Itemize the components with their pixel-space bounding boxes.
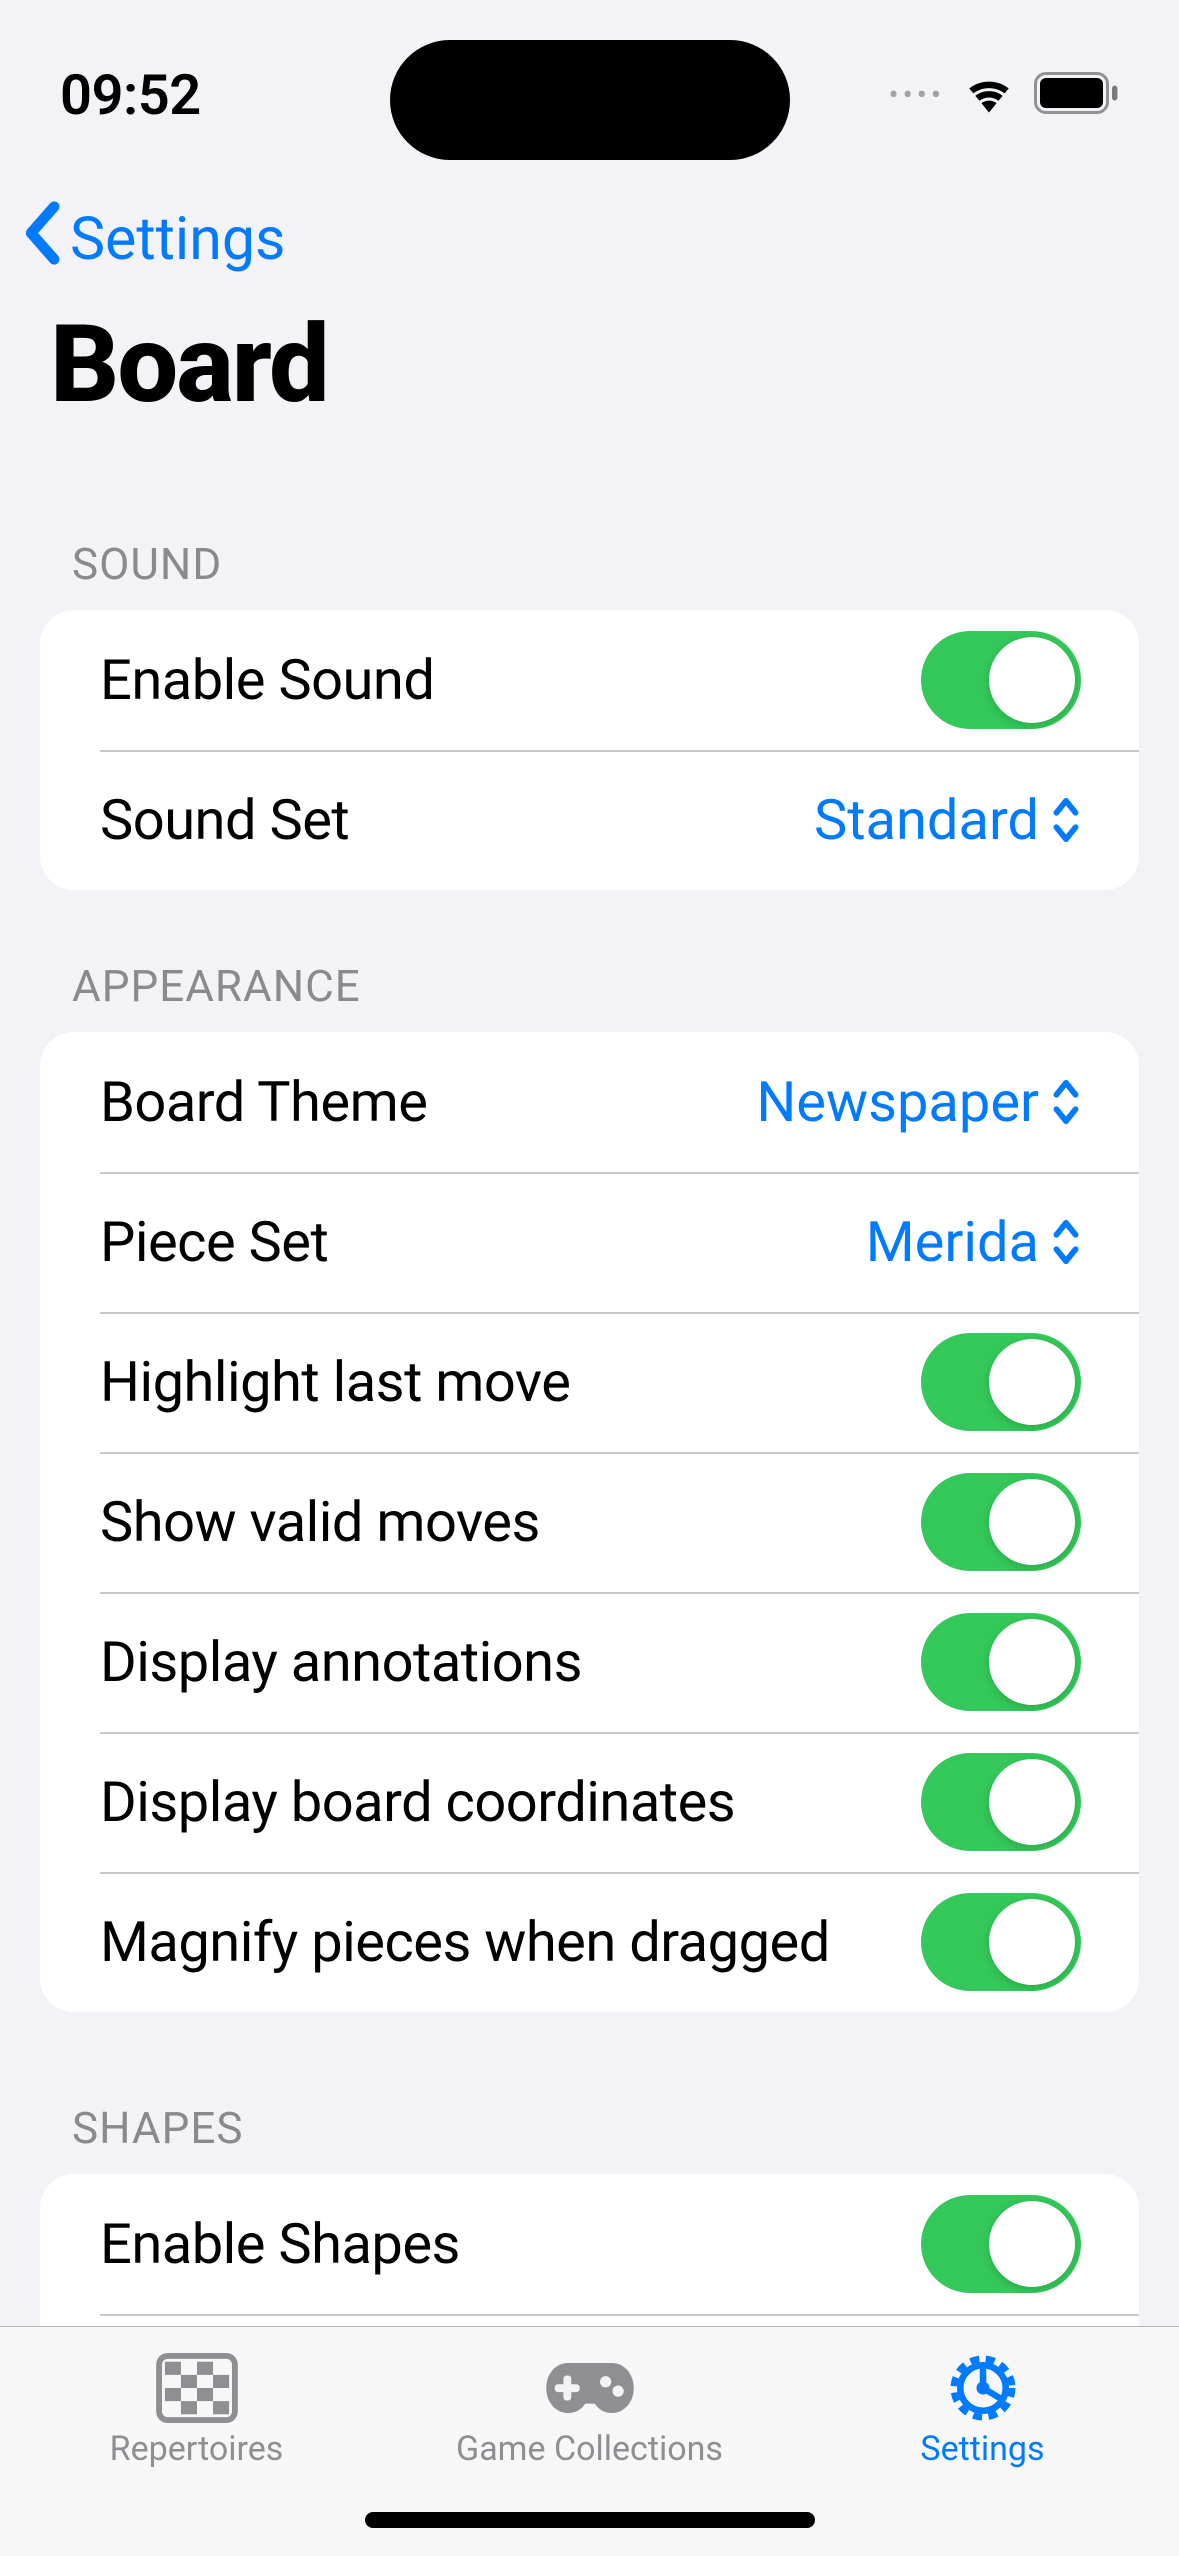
dynamic-island <box>390 40 790 160</box>
display-coordinates-toggle[interactable] <box>921 1753 1081 1851</box>
row-board-theme[interactable]: Board Theme Newspaper <box>40 1032 1139 1172</box>
row-piece-set[interactable]: Piece Set Merida <box>40 1172 1139 1312</box>
group-appearance: Board Theme Newspaper Piece Set Merida H… <box>40 1032 1139 2012</box>
display-annotations-label: Display annotations <box>100 1629 582 1695</box>
gear-icon <box>944 2353 1022 2423</box>
section-header-sound: SOUND <box>0 468 1179 610</box>
updown-icon <box>1051 1218 1081 1266</box>
row-sound-set[interactable]: Sound Set Standard <box>40 750 1139 890</box>
wifi-icon <box>963 73 1015 117</box>
group-shapes: Enable Shapes Shape Color Green <box>40 2174 1139 2326</box>
row-highlight-last-move: Highlight last move <box>40 1312 1139 1452</box>
gamepad-icon <box>540 2353 640 2423</box>
magnify-pieces-label: Magnify pieces when dragged <box>100 1909 830 1975</box>
section-header-appearance: APPEARANCE <box>0 890 1179 1032</box>
piece-set-label: Piece Set <box>100 1209 328 1275</box>
tab-repertoires-label: Repertoires <box>110 2429 284 2469</box>
show-valid-moves-toggle[interactable] <box>921 1473 1081 1571</box>
back-label: Settings <box>70 205 285 274</box>
tab-settings-label: Settings <box>920 2429 1044 2469</box>
board-theme-label: Board Theme <box>100 1069 427 1135</box>
battery-icon <box>1033 72 1119 118</box>
display-annotations-toggle[interactable] <box>921 1613 1081 1711</box>
group-sound: Enable Sound Sound Set Standard <box>40 610 1139 890</box>
highlight-last-move-label: Highlight last move <box>100 1349 570 1415</box>
status-time: 09:52 <box>60 62 201 128</box>
status-right: •••• <box>889 72 1120 118</box>
section-header-shapes: SHAPES <box>0 2012 1179 2174</box>
row-magnify-pieces: Magnify pieces when dragged <box>40 1872 1139 2012</box>
tab-repertoires[interactable]: Repertoires <box>2 2353 391 2469</box>
chevron-left-icon <box>20 200 62 278</box>
highlight-last-move-toggle[interactable] <box>921 1333 1081 1431</box>
tab-game-collections-label: Game Collections <box>456 2429 723 2469</box>
enable-sound-label: Enable Sound <box>100 647 434 713</box>
updown-icon <box>1051 1078 1081 1126</box>
tab-game-collections[interactable]: Game Collections <box>395 2353 784 2469</box>
row-enable-sound: Enable Sound <box>40 610 1139 750</box>
board-theme-value: Newspaper <box>756 1069 1081 1135</box>
enable-shapes-toggle[interactable] <box>921 2195 1081 2293</box>
sound-set-label: Sound Set <box>100 787 349 853</box>
piece-set-value: Merida <box>866 1209 1081 1275</box>
row-enable-shapes: Enable Shapes <box>40 2174 1139 2314</box>
row-display-annotations: Display annotations <box>40 1592 1139 1732</box>
display-coordinates-label: Display board coordinates <box>100 1769 735 1835</box>
status-bar: 09:52 •••• <box>0 0 1179 160</box>
enable-sound-toggle[interactable] <box>921 631 1081 729</box>
home-indicator[interactable] <box>365 2512 815 2528</box>
show-valid-moves-label: Show valid moves <box>100 1489 540 1555</box>
row-shape-color[interactable]: Shape Color Green <box>40 2314 1139 2326</box>
tab-settings[interactable]: Settings <box>788 2353 1177 2469</box>
row-display-coordinates: Display board coordinates <box>40 1732 1139 1872</box>
cellular-dots-icon: •••• <box>889 78 946 113</box>
chessboard-icon <box>155 2353 239 2423</box>
page-title: Board <box>0 288 1179 468</box>
row-show-valid-moves: Show valid moves <box>40 1452 1139 1592</box>
updown-icon <box>1051 796 1081 844</box>
enable-shapes-label: Enable Shapes <box>100 2211 460 2277</box>
magnify-pieces-toggle[interactable] <box>921 1893 1081 1991</box>
sound-set-value: Standard <box>814 787 1081 853</box>
back-button[interactable]: Settings <box>0 160 1179 288</box>
